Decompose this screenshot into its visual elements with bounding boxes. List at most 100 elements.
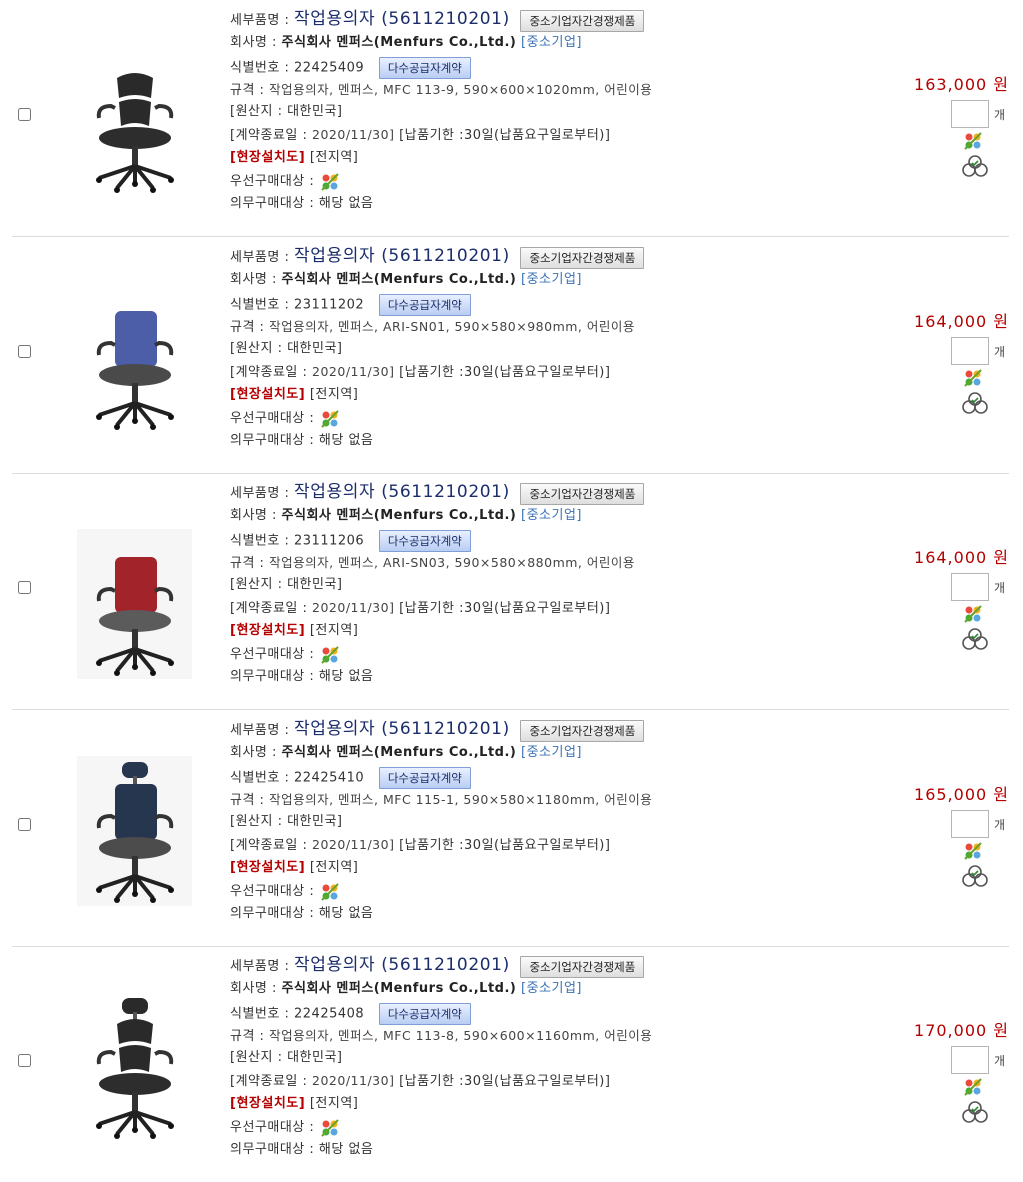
contract-line: [계약종료일 : 2020/11/30] [납품기한 :30일(납품요구일로부터… bbox=[230, 124, 610, 146]
quantity-input[interactable] bbox=[951, 337, 989, 365]
spec-label: 규격 : bbox=[230, 793, 265, 808]
contract-line: [계약종료일 : 2020/11/30] [납품기한 :30일(납품요구일로부터… bbox=[230, 1070, 610, 1092]
contract-end-label: [계약종료일 : bbox=[230, 365, 308, 380]
onsite-install-tag: [현장설치도] bbox=[230, 860, 306, 875]
product-select-checkbox[interactable] bbox=[18, 581, 31, 594]
delivery-term: [납품기한 :30일(납품요구일로부터)] bbox=[399, 365, 611, 380]
spec-value: 작업용의자, 멘퍼스, ARI-SN03, 590×580×880mm, 어린이… bbox=[269, 555, 635, 570]
id-line: 식별번호 : 22425408 다수공급자계약 bbox=[230, 1003, 471, 1025]
origin-line: [원산지 : 대한민국] bbox=[230, 574, 343, 596]
product-title[interactable]: 작업용의자 (5611210201) bbox=[294, 482, 510, 502]
priority-label: 우선구매대상 : bbox=[230, 647, 315, 662]
quantity-unit: 개 bbox=[994, 108, 1006, 122]
product-image[interactable] bbox=[77, 283, 192, 433]
product-row: 세부품명 : 작업용의자 (5611210201) 중소기업자간경쟁제품 회사명… bbox=[12, 946, 1009, 1182]
spec-line: 규격 : 작업용의자, 멘퍼스, MFC 115-1, 590×580×1180… bbox=[230, 789, 652, 811]
detail-name-line: 세부품명 : 작업용의자 (5611210201) 중소기업자간경쟁제품 bbox=[230, 8, 645, 32]
company-name[interactable]: 주식회사 멘퍼스(Menfurs Co.,Ltd.) bbox=[282, 745, 517, 760]
spec-value: 작업용의자, 멘퍼스, MFC 113-8, 590×600×1160mm, 어… bbox=[269, 1028, 653, 1043]
priority-label: 우선구매대상 : bbox=[230, 174, 315, 189]
mandatory-line: 의무구매대상 : 해당 없음 bbox=[230, 193, 373, 215]
priority-line: 우선구매대상 : bbox=[230, 1117, 341, 1139]
quantity-input[interactable] bbox=[951, 573, 989, 601]
onsite-line: [현장설치도] [전지역] bbox=[230, 620, 358, 642]
spec-label: 규격 : bbox=[230, 83, 265, 98]
onsite-line: [현장설치도] [전지역] bbox=[230, 857, 358, 879]
origin-text: [원산지 : 대한민국] bbox=[230, 341, 343, 356]
region-tag: [전지역] bbox=[309, 150, 359, 165]
company-name[interactable]: 주식회사 멘퍼스(Menfurs Co.,Ltd.) bbox=[282, 508, 517, 523]
contract-end-date: 2020/11/30] bbox=[312, 837, 395, 852]
product-title[interactable]: 작업용의자 (5611210201) bbox=[294, 9, 510, 29]
company-label: 회사명 : bbox=[230, 508, 277, 523]
product-row: 세부품명 : 작업용의자 (5611210201) 중소기업자간경쟁제품 회사명… bbox=[12, 237, 1009, 474]
region-tag: [전지역] bbox=[309, 860, 359, 875]
product-image[interactable] bbox=[77, 992, 192, 1142]
product-image[interactable] bbox=[77, 756, 192, 906]
sme-competition-badge: 중소기업자간경쟁제품 bbox=[520, 482, 645, 505]
product-title[interactable]: 작업용의자 (5611210201) bbox=[294, 719, 510, 739]
onsite-line: [현장설치도] [전지역] bbox=[230, 1093, 358, 1115]
sme-tag: [중소기업] bbox=[521, 508, 582, 523]
contract-line: [계약종료일 : 2020/11/30] [납품기한 :30일(납품요구일로부터… bbox=[230, 361, 610, 383]
company-label: 회사명 : bbox=[230, 35, 277, 50]
mandatory-text: 의무구매대상 : 해당 없음 bbox=[230, 906, 374, 921]
chair-photo bbox=[96, 311, 174, 430]
priority-purchase-icon bbox=[964, 1078, 982, 1096]
delivery-term: [납품기한 :30일(납품요구일로부터)] bbox=[399, 1074, 611, 1089]
detail-name-label: 세부품명 : bbox=[230, 486, 290, 501]
company-label: 회사명 : bbox=[230, 745, 277, 760]
product-select-checkbox[interactable] bbox=[18, 108, 31, 121]
onsite-install-tag: [현장설치도] bbox=[230, 150, 306, 165]
spec-line: 규격 : 작업용의자, 멘퍼스, MFC 113-9, 590×600×1020… bbox=[230, 79, 652, 101]
mandatory-text: 의무구매대상 : 해당 없음 bbox=[230, 1142, 374, 1157]
certification-icons bbox=[962, 604, 1012, 650]
id-label: 식별번호 : bbox=[230, 1006, 290, 1022]
product-row: 세부품명 : 작업용의자 (5611210201) 중소기업자간경쟁제품 회사명… bbox=[12, 0, 1009, 237]
mandatory-line: 의무구매대상 : 해당 없음 bbox=[230, 903, 373, 925]
product-select-checkbox[interactable] bbox=[18, 818, 31, 831]
mas-contract-badge: 다수공급자계약 bbox=[378, 294, 471, 316]
product-row: 세부품명 : 작업용의자 (5611210201) 중소기업자간경쟁제품 회사명… bbox=[12, 473, 1009, 710]
priority-line: 우선구매대상 : bbox=[230, 408, 341, 430]
origin-line: [원산지 : 대한민국] bbox=[230, 811, 343, 833]
quantity-input[interactable] bbox=[951, 100, 989, 128]
product-select-checkbox[interactable] bbox=[18, 1054, 31, 1067]
priority-purchase-icon bbox=[321, 882, 339, 901]
delivery-term: [납품기한 :30일(납품요구일로부터)] bbox=[399, 838, 611, 853]
company-name[interactable]: 주식회사 멘퍼스(Menfurs Co.,Ltd.) bbox=[282, 981, 517, 996]
certification-icon bbox=[962, 392, 988, 414]
contract-end-date: 2020/11/30] bbox=[312, 364, 395, 379]
sme-competition-badge: 중소기업자간경쟁제품 bbox=[520, 955, 645, 978]
certification-icon bbox=[962, 628, 988, 650]
contract-line: [계약종료일 : 2020/11/30] [납품기한 :30일(납품요구일로부터… bbox=[230, 834, 610, 856]
company-name[interactable]: 주식회사 멘퍼스(Menfurs Co.,Ltd.) bbox=[282, 272, 517, 287]
detail-name-line: 세부품명 : 작업용의자 (5611210201) 중소기업자간경쟁제품 bbox=[230, 481, 645, 505]
spec-label: 규격 : bbox=[230, 320, 265, 335]
product-title[interactable]: 작업용의자 (5611210201) bbox=[294, 955, 510, 975]
sme-tag: [중소기업] bbox=[521, 272, 582, 287]
product-image[interactable] bbox=[77, 46, 192, 196]
priority-purchase-icon bbox=[321, 1118, 339, 1137]
company-line: 회사명 : 주식회사 멘퍼스(Menfurs Co.,Ltd.) [중소기업] bbox=[230, 978, 582, 1000]
priority-label: 우선구매대상 : bbox=[230, 884, 315, 899]
detail-name-line: 세부품명 : 작업용의자 (5611210201) 중소기업자간경쟁제품 bbox=[230, 954, 645, 978]
company-name[interactable]: 주식회사 멘퍼스(Menfurs Co.,Ltd.) bbox=[282, 35, 517, 50]
priority-purchase-icon bbox=[964, 132, 982, 150]
product-image[interactable] bbox=[77, 529, 192, 679]
priority-line: 우선구매대상 : bbox=[230, 881, 341, 903]
priority-line: 우선구매대상 : bbox=[230, 644, 341, 666]
priority-label: 우선구매대상 : bbox=[230, 1120, 315, 1135]
origin-line: [원산지 : 대한민국] bbox=[230, 1047, 343, 1069]
product-title[interactable]: 작업용의자 (5611210201) bbox=[294, 246, 510, 266]
detail-name-label: 세부품명 : bbox=[230, 250, 290, 265]
quantity-input[interactable] bbox=[951, 810, 989, 838]
origin-text: [원산지 : 대한민국] bbox=[230, 1050, 343, 1065]
mas-contract-badge: 다수공급자계약 bbox=[378, 530, 471, 552]
quantity-input[interactable] bbox=[951, 1046, 989, 1074]
product-select-checkbox[interactable] bbox=[18, 345, 31, 358]
sme-competition-badge: 중소기업자간경쟁제품 bbox=[520, 9, 645, 32]
sme-tag: [중소기업] bbox=[521, 981, 582, 996]
certification-icons bbox=[962, 1077, 1012, 1123]
onsite-line: [현장설치도] [전지역] bbox=[230, 147, 358, 169]
